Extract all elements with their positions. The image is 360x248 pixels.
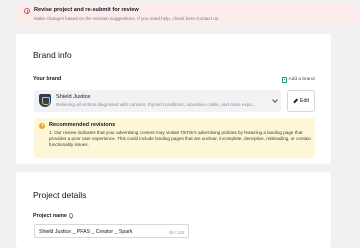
edit-brand-button[interactable]: Edit: [287, 90, 315, 112]
recommended-revisions-title: Recommended revisions: [49, 122, 116, 128]
add-brand-label: Add a brand: [288, 77, 315, 83]
project-details-heading: Project details: [33, 190, 87, 200]
brand-select-dropdown[interactable]: Shield Justice Relieving all victims dia…: [34, 90, 281, 112]
brand-info-heading: Brand info: [33, 50, 72, 60]
project-name-input[interactable]: Shield Justice _ PFAS _ Creator _ Spark …: [34, 224, 189, 238]
lightbulb-icon[interactable]: [69, 213, 73, 219]
character-count: 39 / 120: [168, 229, 184, 235]
project-details-card: Project details Project name Shield Just…: [16, 172, 331, 248]
alert-subtitle: Make changes based on the revision sugge…: [34, 16, 220, 21]
revision-alert-banner: Revise project and re-submit for review …: [16, 4, 360, 26]
project-name-value: Shield Justice _ PFAS _ Creator _ Spark: [39, 228, 133, 235]
recommended-revisions-box: Recommended revisions 1. Our review indi…: [34, 118, 315, 158]
shield-justice-logo: [39, 94, 51, 107]
alert-title: Revise project and re-submit for review: [34, 7, 139, 13]
chevron-down-icon: [272, 97, 278, 103]
project-name-label: Project name: [33, 213, 67, 219]
add-brand-link[interactable]: Add a brand: [282, 77, 315, 83]
brand-info-card: Brand info Your brand Add a brand Shield…: [16, 34, 331, 164]
pencil-icon: [293, 98, 298, 104]
warning-icon: [39, 122, 45, 129]
edit-button-label: Edit: [299, 98, 310, 104]
brand-description: Relieving all victims diagnosed with can…: [56, 102, 256, 107]
brand-name: Shield Justice: [56, 94, 91, 100]
add-document-icon: [282, 77, 287, 83]
your-brand-label: Your brand: [33, 76, 62, 82]
revision-item: 1. Our review indicates that your advert…: [49, 130, 311, 148]
error-icon: [24, 8, 30, 14]
